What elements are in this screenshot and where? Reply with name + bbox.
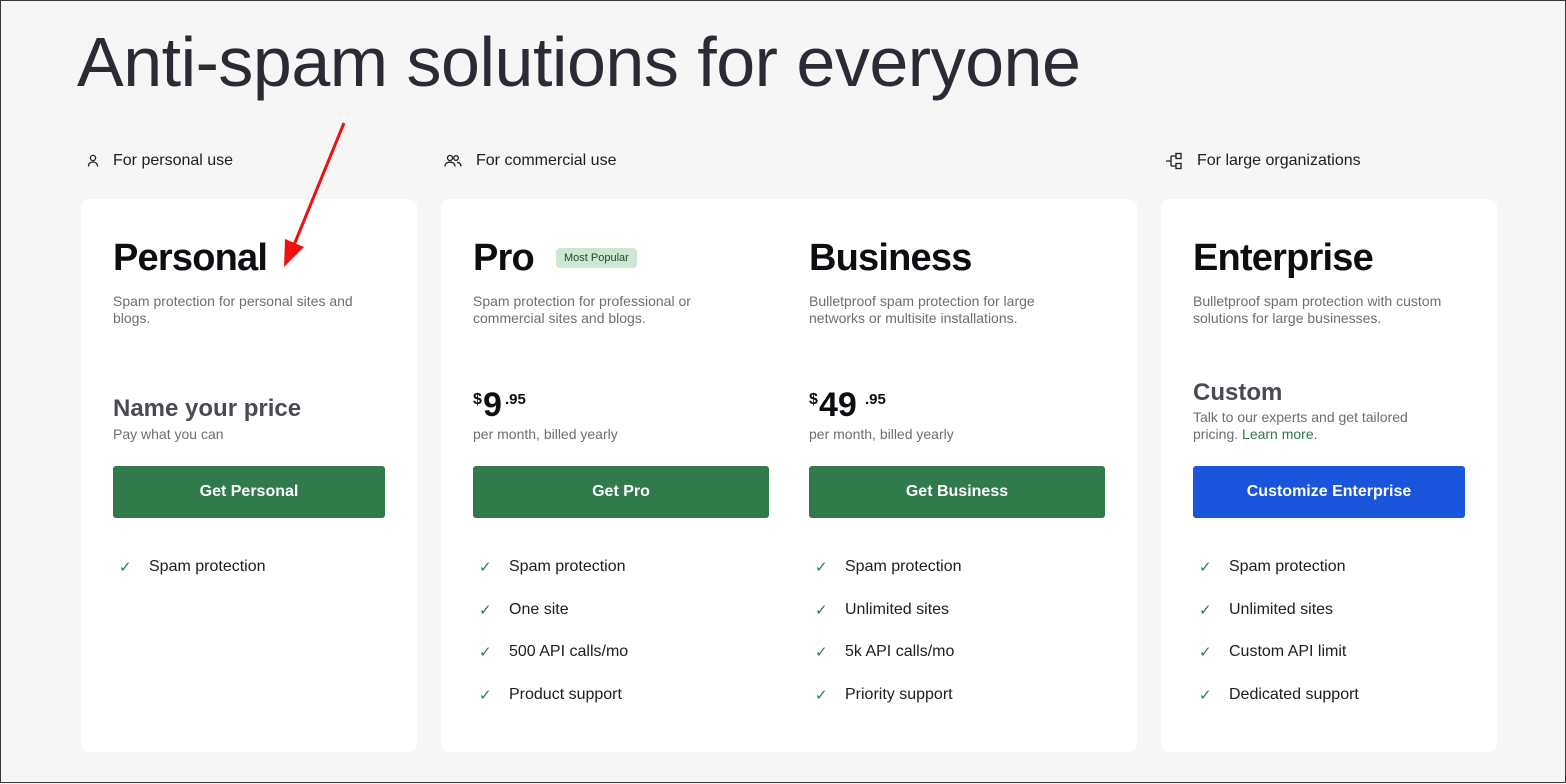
feature-item: ✓ Dedicated support bbox=[1193, 683, 1359, 707]
feature-label: Spam protection bbox=[845, 558, 962, 575]
feature-item: ✓ 500 API calls/mo bbox=[473, 640, 628, 664]
section-label-text: For large organizations bbox=[1197, 152, 1361, 169]
price-currency: $ bbox=[473, 391, 482, 408]
section-label-enterprise: For large organizations bbox=[1165, 149, 1361, 173]
check-icon: ✓ bbox=[479, 686, 492, 704]
customize-enterprise-button[interactable]: Customize Enterprise bbox=[1193, 466, 1465, 518]
feature-list: ✓ Spam protection ✓ Unlimited sites ✓ 5k AP… bbox=[809, 555, 962, 725]
feature-label: Spam protection bbox=[149, 558, 266, 575]
feature-label: Product support bbox=[509, 685, 622, 703]
price-currency: $ bbox=[809, 391, 818, 408]
plan-description: Spam protection for personal sites and b… bbox=[113, 293, 353, 326]
feature-item: ✓ Unlimited sites bbox=[809, 598, 962, 622]
price-title: Name your price bbox=[113, 395, 302, 422]
check-icon: ✓ bbox=[119, 559, 132, 576]
learn-more-link[interactable]: Learn more. bbox=[1242, 426, 1317, 442]
feature-item: ✓ Custom API limit bbox=[1193, 640, 1359, 664]
section-label-commercial: For commercial use bbox=[444, 149, 616, 173]
check-icon: ✓ bbox=[1199, 686, 1212, 704]
check-icon: ✓ bbox=[479, 644, 492, 662]
person-icon bbox=[87, 154, 99, 168]
feature-list: ✓ Spam protection ✓ Unlimited sites ✓ Custo… bbox=[1193, 555, 1359, 725]
section-label-text: For personal use bbox=[113, 152, 234, 169]
get-personal-button[interactable]: Get Personal bbox=[113, 466, 385, 518]
plan-card-enterprise: Enterprise Bulletproof spam protection w… bbox=[1161, 199, 1497, 752]
get-pro-button[interactable]: Get Pro bbox=[473, 466, 769, 518]
feature-item: ✓ Spam protection bbox=[1193, 555, 1359, 579]
feature-list: ✓ Spam protection bbox=[113, 555, 266, 598]
feature-label: Spam protection bbox=[509, 558, 626, 575]
price-amount: 49 bbox=[819, 386, 857, 424]
feature-item: ✓ Unlimited sites bbox=[1193, 598, 1359, 622]
check-icon: ✓ bbox=[815, 559, 828, 576]
price-cents: .95 bbox=[865, 391, 886, 408]
feature-label: Unlimited sites bbox=[1229, 600, 1334, 618]
feature-item: ✓ 5k API calls/mo bbox=[809, 640, 962, 664]
section-label-personal: For personal use bbox=[87, 149, 233, 173]
get-business-button[interactable]: Get Business bbox=[809, 466, 1105, 518]
check-icon: ✓ bbox=[815, 601, 828, 619]
plan-description: Bulletproof spam protection for large ne… bbox=[809, 293, 1035, 326]
feature-label: Spam protection bbox=[1229, 558, 1346, 575]
check-icon: ✓ bbox=[815, 686, 828, 704]
section-label-text: For commercial use bbox=[476, 152, 617, 169]
feature-item: ✓ Priority support bbox=[809, 683, 962, 707]
feature-label: 500 API calls/mo bbox=[509, 643, 629, 661]
billing-note: per month, billed yearly bbox=[473, 426, 618, 442]
feature-item: ✓ Spam protection bbox=[809, 555, 962, 579]
billing-note: per month, billed yearly bbox=[809, 426, 954, 442]
price-note: Talk to our experts and get tailored pri… bbox=[1193, 409, 1453, 443]
check-icon: ✓ bbox=[1199, 601, 1212, 619]
check-icon: ✓ bbox=[1199, 559, 1212, 576]
check-icon: ✓ bbox=[1199, 644, 1212, 662]
plan-description: Bulletproof spam protection with custom … bbox=[1193, 293, 1442, 326]
price-title: Custom bbox=[1193, 379, 1283, 406]
feature-label: Priority support bbox=[845, 685, 953, 703]
hierarchy-icon bbox=[1165, 152, 1183, 170]
people-icon bbox=[444, 154, 462, 168]
feature-item: ✓ Product support bbox=[473, 683, 628, 707]
feature-list: ✓ Spam protection ✓ One site ✓ 500 API call… bbox=[473, 555, 628, 725]
page-title: Anti-spam solutions for everyone bbox=[77, 23, 1081, 101]
plan-name: Pro bbox=[473, 237, 535, 279]
plan-description: Spam protection for professional or comm… bbox=[473, 293, 691, 326]
feature-item: ✓ Spam protection bbox=[473, 555, 628, 579]
most-popular-badge: Most Popular bbox=[556, 248, 637, 268]
plan-card-personal: Personal Spam protection for personal si… bbox=[81, 199, 417, 752]
plan-enterprise: Enterprise Bulletproof spam protection w… bbox=[1193, 199, 1465, 752]
feature-label: Custom API limit bbox=[1229, 643, 1347, 661]
price-cents: .95 bbox=[505, 391, 526, 408]
plan-personal: Personal Spam protection for personal si… bbox=[113, 199, 385, 752]
feature-label: Unlimited sites bbox=[845, 600, 950, 618]
plan-pro: Pro Most Popular Spam protection for pro… bbox=[473, 199, 769, 752]
check-icon: ✓ bbox=[479, 559, 492, 576]
feature-label: Dedicated support bbox=[1229, 685, 1359, 703]
check-icon: ✓ bbox=[479, 601, 492, 619]
price-amount: 9 bbox=[483, 386, 502, 424]
plan-card-commercial: Pro Most Popular Spam protection for pro… bbox=[441, 199, 1137, 752]
feature-label: 5k API calls/mo bbox=[845, 643, 955, 661]
plan-name: Personal bbox=[113, 237, 268, 279]
feature-label: One site bbox=[509, 600, 569, 618]
check-icon: ✓ bbox=[815, 644, 828, 662]
plan-business: Business Bulletproof spam protection for… bbox=[809, 199, 1105, 752]
feature-item: ✓ Spam protection bbox=[113, 555, 266, 579]
price-note: Pay what you can bbox=[113, 426, 224, 442]
plan-name: Enterprise bbox=[1193, 237, 1374, 279]
plan-name: Business bbox=[809, 237, 972, 279]
feature-item: ✓ One site bbox=[473, 598, 628, 622]
